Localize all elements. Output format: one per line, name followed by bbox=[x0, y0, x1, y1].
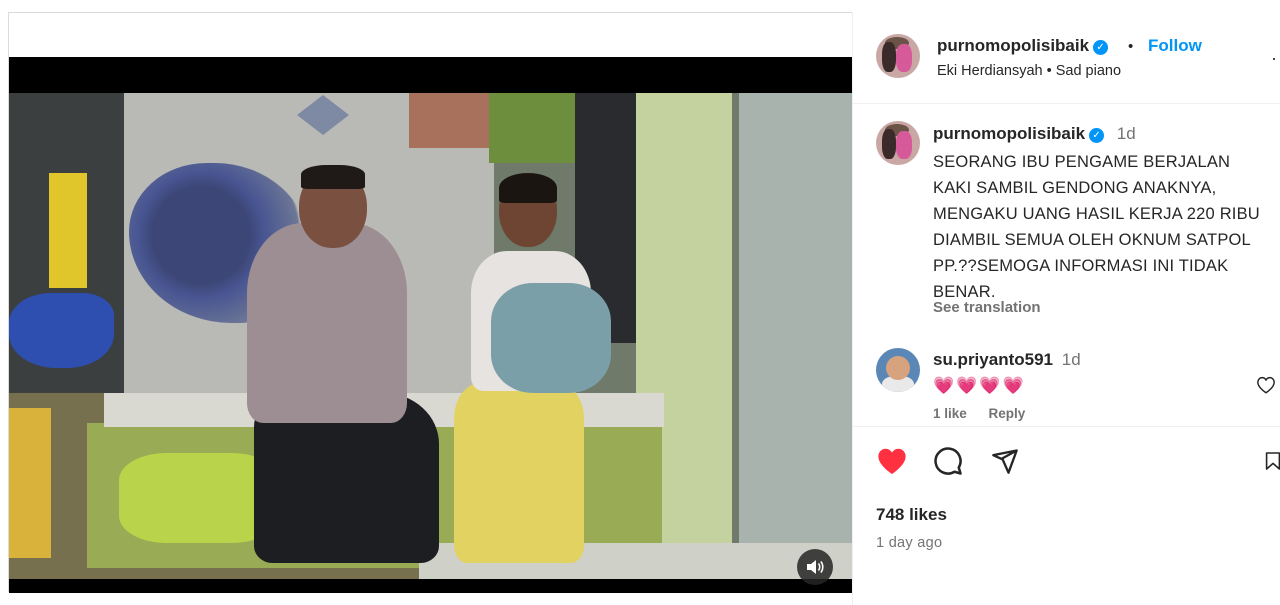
commenter-avatar[interactable] bbox=[876, 348, 920, 392]
comment-icon bbox=[934, 447, 962, 475]
save-icon bbox=[1265, 452, 1280, 470]
verified-badge-icon: ✓ bbox=[1089, 128, 1105, 143]
save-button[interactable] bbox=[1265, 443, 1280, 479]
video-scene bbox=[9, 93, 853, 579]
comment-likes-link[interactable]: 1 like bbox=[933, 406, 967, 421]
scene-motorbike bbox=[9, 293, 114, 368]
comment-author-text[interactable]: su.priyanto591 bbox=[933, 350, 1053, 369]
see-translation-link[interactable]: See translation bbox=[933, 299, 1041, 316]
post-header: purnomopolisibaik ✓ • Follow Eki Herdians… bbox=[853, 12, 1280, 104]
video-player[interactable] bbox=[9, 93, 853, 579]
comment-text: 💗💗💗💗 bbox=[933, 376, 1026, 395]
post-timestamp[interactable]: 1 day ago bbox=[876, 535, 942, 551]
scene-post bbox=[9, 408, 51, 558]
scene-brick bbox=[409, 93, 489, 148]
author-avatar[interactable] bbox=[876, 34, 920, 78]
video-letterbox-bottom bbox=[9, 579, 853, 593]
scene-officer bbox=[247, 223, 407, 423]
post-sidebar: purnomopolisibaik ✓ • Follow Eki Herdians… bbox=[852, 12, 1280, 605]
scene-sign bbox=[49, 173, 87, 288]
comment-reply-button[interactable]: Reply bbox=[989, 406, 1026, 421]
caption-author-text[interactable]: purnomopolisibaik bbox=[933, 124, 1085, 143]
follow-button[interactable]: Follow bbox=[1148, 36, 1202, 56]
volume-button[interactable] bbox=[797, 549, 833, 585]
audio-info[interactable]: Eki Herdiansyah • Sad piano bbox=[937, 63, 1121, 79]
more-options-button[interactable]: · bbox=[1271, 48, 1277, 69]
heart-icon bbox=[878, 448, 906, 474]
scene-woman-hair bbox=[499, 173, 557, 203]
audio-artist[interactable]: Eki Herdiansyah bbox=[937, 63, 1043, 79]
author-username-text[interactable]: purnomopolisibaik bbox=[937, 36, 1089, 55]
volume-icon bbox=[807, 560, 824, 574]
comment-author[interactable]: su.priyanto591 1d bbox=[933, 350, 1081, 370]
caption-text: SEORANG IBU PENGAME BERJALAN KAKI SAMBIL… bbox=[933, 153, 1260, 301]
comments-section: purnomopolisibaik ✓ 1d SEORANG IBU PENGAM… bbox=[853, 104, 1280, 426]
caption-author[interactable]: purnomopolisibaik ✓ 1d bbox=[933, 124, 1136, 144]
like-button[interactable] bbox=[874, 443, 910, 479]
caption-time[interactable]: 1d bbox=[1117, 124, 1136, 143]
likes-count[interactable]: 748 likes bbox=[876, 505, 947, 525]
comment-meta: 1 like Reply bbox=[933, 406, 1043, 421]
heart-outline-icon bbox=[1257, 376, 1275, 394]
scene-officer-hair bbox=[301, 165, 365, 189]
scene-woman-legs bbox=[454, 383, 584, 563]
scene-glass bbox=[739, 93, 853, 563]
scene-baby bbox=[491, 283, 611, 393]
comment-like-button[interactable] bbox=[1256, 376, 1278, 396]
audio-separator: • bbox=[1046, 63, 1052, 79]
share-icon bbox=[992, 449, 1018, 474]
verified-badge-icon: ✓ bbox=[1093, 40, 1109, 55]
video-letterbox-top bbox=[9, 57, 853, 93]
comment-button[interactable] bbox=[930, 443, 966, 479]
caption-author-avatar[interactable] bbox=[876, 121, 920, 165]
action-bar: 748 likes 1 day ago bbox=[853, 426, 1280, 605]
author-username[interactable]: purnomopolisibaik ✓ bbox=[937, 36, 1109, 56]
audio-track[interactable]: Sad piano bbox=[1056, 63, 1121, 79]
comment-time[interactable]: 1d bbox=[1062, 350, 1081, 369]
share-button[interactable] bbox=[987, 443, 1023, 479]
header-separator: • bbox=[1128, 38, 1134, 55]
post-media bbox=[8, 12, 853, 593]
